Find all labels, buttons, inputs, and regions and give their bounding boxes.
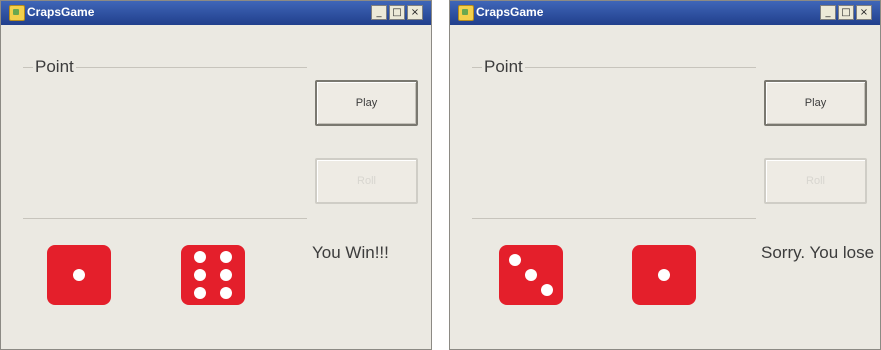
- roll-button-disabled: Roll: [315, 158, 418, 204]
- point-label: Point: [482, 56, 525, 78]
- point-label: Point: [33, 56, 76, 78]
- close-button[interactable]: ×: [407, 5, 423, 20]
- play-button[interactable]: Play: [315, 80, 418, 126]
- result-message: Sorry. You lose: [761, 243, 875, 262]
- die-pip: [73, 269, 85, 281]
- play-button[interactable]: Play: [764, 80, 867, 126]
- die-pip: [194, 287, 207, 299]
- die-pip: [219, 269, 232, 281]
- window-controls: _ □ ×: [371, 5, 423, 20]
- craps-game-window-lose: CrapsGame _ □ × Point Play Roll Sorry. Y…: [449, 0, 881, 350]
- die-pip: [194, 251, 207, 263]
- minimize-button[interactable]: _: [371, 5, 387, 20]
- die-pip: [541, 284, 553, 296]
- window-controls: _ □ ×: [820, 5, 872, 20]
- title-bar[interactable]: CrapsGame _ □ ×: [1, 1, 431, 25]
- die-one: [47, 245, 111, 305]
- die-two: [632, 245, 696, 305]
- maximize-button[interactable]: □: [838, 5, 854, 20]
- title-bar[interactable]: CrapsGame _ □ ×: [450, 1, 880, 25]
- die-pip: [509, 254, 521, 266]
- minimize-button[interactable]: _: [820, 5, 836, 20]
- die-one: [499, 245, 563, 305]
- close-button[interactable]: ×: [856, 5, 872, 20]
- die-pip: [219, 287, 232, 299]
- die-pip: [219, 251, 232, 263]
- craps-game-window-win: CrapsGame _ □ × Point Play Roll You Win!…: [0, 0, 432, 350]
- die-pip: [525, 269, 537, 281]
- window-title: CrapsGame: [27, 5, 95, 19]
- die-pip: [658, 269, 670, 281]
- point-groupbox: Point: [23, 56, 307, 219]
- die-two: [181, 245, 245, 305]
- maximize-button[interactable]: □: [389, 5, 405, 20]
- die-pip: [194, 269, 207, 281]
- window-title: CrapsGame: [476, 5, 544, 19]
- app-icon: [9, 5, 25, 21]
- result-message: You Win!!!: [312, 243, 389, 262]
- app-icon: [458, 5, 474, 21]
- roll-button-disabled: Roll: [764, 158, 867, 204]
- point-groupbox: Point: [472, 56, 756, 219]
